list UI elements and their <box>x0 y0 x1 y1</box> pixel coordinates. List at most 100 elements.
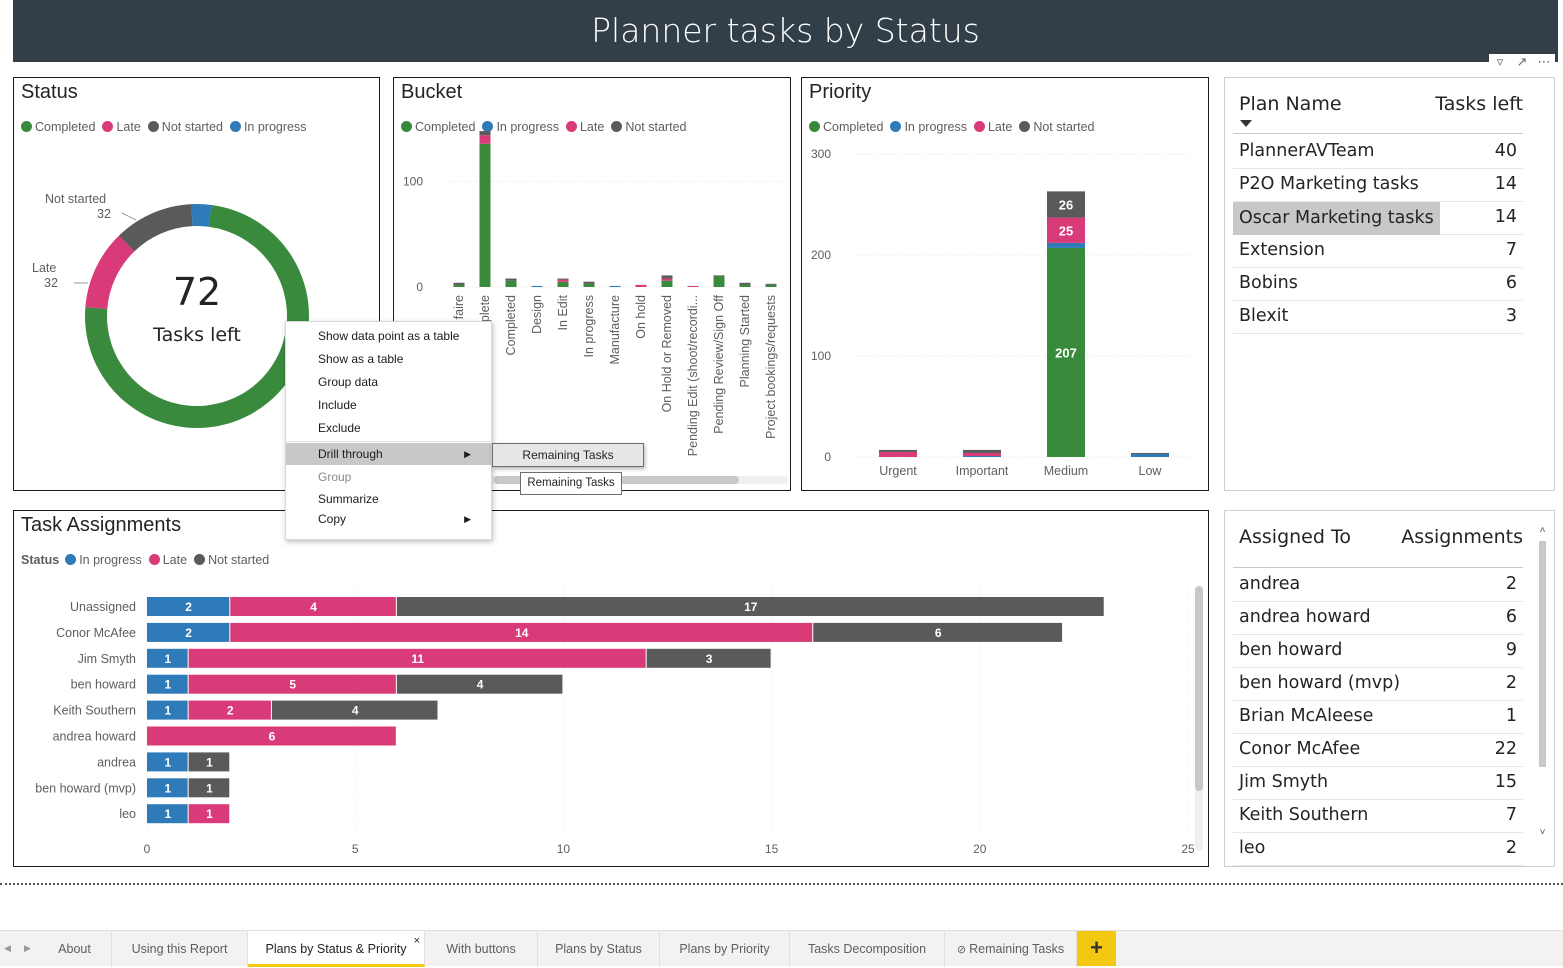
x-tick-label: 25 <box>1181 842 1195 856</box>
table-row[interactable]: ben howard 9 <box>1233 635 1523 668</box>
bar-segment <box>879 451 917 457</box>
add-page-button[interactable]: + <box>1077 931 1116 966</box>
tab-remaining-tasks[interactable]: ⊘ Remaining Tasks <box>945 931 1077 967</box>
tab-scroll-left-icon[interactable]: ◀ <box>4 931 11 966</box>
y-tick-label: Jim Smyth <box>78 652 136 666</box>
bar-segment <box>713 275 725 277</box>
table-row[interactable]: Extension 7 <box>1233 235 1523 268</box>
context-menu[interactable]: Show data point as a table Show as a tab… <box>285 321 492 540</box>
column-header-assigned-to[interactable]: Assigned To <box>1239 526 1351 548</box>
bar-segment <box>963 455 1001 457</box>
priority-visual[interactable]: Priority Completed In progress Late Not sta… <box>801 77 1209 491</box>
column-header-tasks-left[interactable]: Tasks left <box>1435 93 1523 115</box>
plan-table-visual[interactable]: Plan Name Tasks left PlannerAVTeam 40 P2O … <box>1224 77 1555 491</box>
table-row[interactable]: andrea howard 6 <box>1233 602 1523 635</box>
menu-item-show-as-table[interactable]: Show as a table <box>286 348 491 370</box>
bar-segment <box>479 131 491 136</box>
more-options-icon[interactable]: ⋯ <box>1533 54 1555 70</box>
data-label: 1 <box>164 755 171 769</box>
tab-plans-by-status[interactable]: Plans by Status <box>538 931 660 967</box>
y-tick-label: andrea <box>97 755 136 769</box>
table-row[interactable]: Blexit 3 <box>1233 301 1523 334</box>
header-divider <box>1233 133 1523 134</box>
x-tick-label: Urgent <box>879 464 917 478</box>
table-row[interactable]: Bobins 6 <box>1233 268 1523 301</box>
table-row[interactable]: leo 2 <box>1233 833 1523 866</box>
x-tick-label: Design <box>530 295 544 334</box>
row-name: Jim Smyth <box>1239 772 1329 792</box>
header-divider <box>1233 567 1523 568</box>
tab-about[interactable]: About <box>38 931 112 967</box>
tab-with-buttons[interactable]: With buttons <box>425 931 538 967</box>
y-tick-label: 100 <box>403 175 423 189</box>
bar-segment <box>1047 242 1085 248</box>
data-label: 1 <box>164 807 171 821</box>
close-tab-icon[interactable]: × <box>414 923 420 959</box>
assignments-bar-chart[interactable]: 0 5 10 15 20 25Unassigned 2 4 17Conor McAfee 2 14 6… <box>14 511 1208 866</box>
bar-segment <box>583 281 595 284</box>
table-row[interactable]: PlannerAVTeam 40 <box>1233 136 1523 169</box>
donut-center-value: 72 <box>172 270 222 314</box>
row-value: 6 <box>1505 607 1517 627</box>
data-label: 4 <box>310 600 317 614</box>
data-label: 4 <box>477 678 484 692</box>
bar-segment <box>661 280 673 287</box>
row-value: 7 <box>1505 805 1517 825</box>
bar-segment <box>1131 452 1169 454</box>
bar-segment <box>531 285 543 287</box>
sort-descending-icon[interactable] <box>1240 120 1252 127</box>
tooltip: Remaining Tasks <box>520 472 622 495</box>
y-tick-label: 200 <box>811 248 831 262</box>
column-header-assignments[interactable]: Assignments <box>1401 526 1523 548</box>
scrollbar-thumb[interactable] <box>1539 541 1546 767</box>
row-value: 15 <box>1494 772 1517 792</box>
menu-item-group-data[interactable]: Group data <box>286 371 491 393</box>
tab-plans-by-priority[interactable]: Plans by Priority <box>660 931 790 967</box>
row-value: 7 <box>1505 240 1517 260</box>
row-value: 3 <box>1505 306 1517 326</box>
tab-using-this-report[interactable]: Using this Report <box>112 931 248 967</box>
x-tick-label: Planning Started <box>738 295 752 387</box>
row-value: 40 <box>1494 141 1517 161</box>
filter-icon[interactable]: ▿ <box>1489 54 1511 70</box>
row-value: 2 <box>1505 838 1517 858</box>
x-tick-label: Pending Review/Sign Off <box>712 294 726 433</box>
assigned-table-visual[interactable]: Assigned To Assignments andrea 2 andrea ho… <box>1224 510 1555 867</box>
tab-tasks-decomposition[interactable]: Tasks Decomposition <box>790 931 945 967</box>
submenu-remaining-tasks[interactable]: Remaining Tasks <box>492 443 644 467</box>
table-row[interactable]: Jim Smyth 15 <box>1233 767 1523 800</box>
row-name: P2O Marketing tasks <box>1239 174 1419 194</box>
table-row[interactable]: Brian McAleese 1 <box>1233 701 1523 734</box>
column-header-plan-name[interactable]: Plan Name <box>1239 93 1342 115</box>
table-row[interactable]: Keith Southern 7 <box>1233 800 1523 833</box>
bar-segment <box>557 279 569 282</box>
bar-segment <box>557 278 569 280</box>
scrollbar[interactable] <box>1195 586 1203 851</box>
table-row[interactable]: P2O Marketing tasks 14 <box>1233 169 1523 202</box>
table-row[interactable]: andrea 2 <box>1233 569 1523 602</box>
row-name: andrea howard <box>1239 607 1371 627</box>
tab-scroll-right-icon[interactable]: ▶ <box>24 931 31 966</box>
x-tick-label: 15 <box>765 842 779 856</box>
table-row[interactable]: ben howard (mvp) 2 <box>1233 668 1523 701</box>
tab-plans-by-status-priority[interactable]: Plans by Status & Priority × <box>248 931 425 967</box>
focus-mode-icon[interactable]: ↗ <box>1511 54 1533 70</box>
task-assignments-visual[interactable]: Task Assignments Status In progress Late No… <box>13 510 1209 867</box>
table-row[interactable]: Conor McAfee 22 <box>1233 734 1523 767</box>
x-tick-label: On Hold or Removed <box>660 295 674 412</box>
data-label: 4 <box>352 704 359 718</box>
scrollbar-thumb[interactable] <box>1195 586 1203 791</box>
menu-item-show-data-point-as-table[interactable]: Show data point as a table <box>286 325 491 347</box>
x-tick-label: Project bookings/requests <box>764 295 778 439</box>
menu-item-copy[interactable]: Copy ▶ <box>286 508 491 530</box>
menu-item-drill-through[interactable]: Drill through ▶ <box>286 443 491 465</box>
menu-item-exclude[interactable]: Exclude <box>286 417 491 439</box>
table-row[interactable]: Oscar Marketing tasks 14 <box>1233 202 1523 235</box>
bar-segment <box>479 135 491 144</box>
priority-bar-chart[interactable]: 0 100 200 300 Urgent Important Medium Low 207 25 2… <box>802 78 1208 490</box>
table-scrollbar[interactable]: ˄ ˅ <box>1538 525 1547 853</box>
scroll-down-icon[interactable]: ˅ <box>1538 827 1547 838</box>
menu-item-summarize[interactable]: Summarize <box>286 488 491 510</box>
menu-item-include[interactable]: Include <box>286 394 491 416</box>
scroll-up-icon[interactable]: ˄ <box>1538 525 1547 536</box>
